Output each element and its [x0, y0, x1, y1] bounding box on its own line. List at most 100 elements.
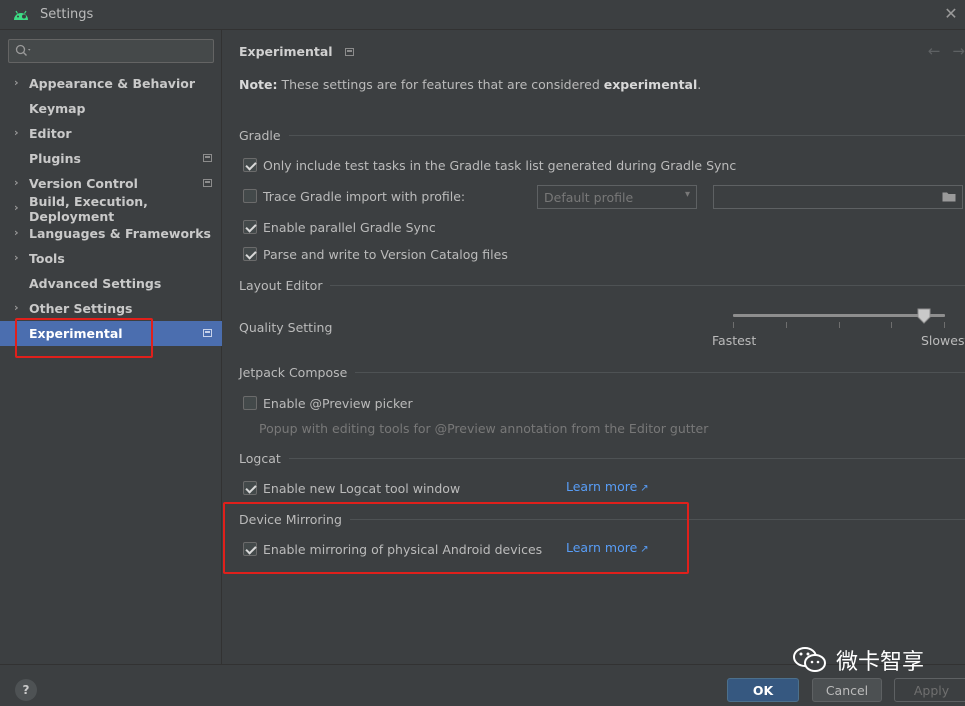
note-text: These settings are for features that are…	[277, 77, 604, 92]
sidebar-item-label: Appearance & Behavior	[29, 76, 195, 91]
section-title-jetpack-compose: Jetpack Compose	[239, 364, 348, 380]
chevron-right-icon[interactable]: ›	[14, 252, 24, 264]
checkbox-row-trace-import[interactable]: Trace Gradle import with profile:	[243, 187, 465, 205]
section-layout-editor: Layout Editor	[239, 276, 965, 294]
logcat-learn-more-link[interactable]: Learn more ↗	[566, 479, 649, 494]
slider-max-label: Slowest	[921, 333, 965, 348]
chevron-right-icon[interactable]: ›	[14, 302, 24, 314]
section-divider	[355, 371, 965, 373]
device-mirroring-highlight	[223, 502, 689, 574]
folder-icon[interactable]	[942, 190, 956, 202]
sidebar-item[interactable]: › Version Control	[0, 171, 222, 196]
quality-slider-track[interactable]	[733, 314, 945, 317]
version-catalog-label: Parse and write to Version Catalog files	[263, 246, 508, 262]
page-title: Experimental	[239, 44, 333, 59]
checkbox-row-version-catalog[interactable]: Parse and write to Version Catalog files	[243, 245, 508, 263]
only-test-tasks-label: Only include test tasks in the Gradle ta…	[263, 157, 737, 173]
quality-setting-label: Quality Setting	[239, 319, 333, 335]
close-icon[interactable]: ✕	[943, 6, 959, 22]
section-logcat: Logcat	[239, 449, 965, 467]
preview-picker-checkbox[interactable]	[243, 396, 257, 410]
wechat-icon	[792, 645, 828, 675]
parallel-sync-label: Enable parallel Gradle Sync	[263, 219, 436, 235]
sidebar-item[interactable]: › Tools	[0, 246, 222, 271]
android-icon	[12, 8, 30, 22]
preview-picker-label: Enable @Preview picker	[263, 395, 413, 411]
apply-button[interactable]: Apply	[894, 678, 965, 702]
cancel-button[interactable]: Cancel	[812, 678, 882, 702]
section-divider	[288, 457, 965, 459]
chevron-right-icon[interactable]: ›	[14, 127, 24, 139]
checkbox-row-preview-picker[interactable]: Enable @Preview picker	[243, 394, 413, 412]
section-divider	[288, 134, 965, 136]
sidebar-item-label: Editor	[29, 126, 72, 141]
note-emphasis: experimental	[603, 77, 698, 92]
slider-tick	[786, 322, 787, 328]
sidebar-item-label: Keymap	[29, 101, 86, 116]
forward-arrow-icon[interactable]: →	[952, 42, 965, 60]
search-input[interactable]	[8, 39, 214, 63]
logcat-learn-more-text: Learn more	[566, 479, 638, 494]
checkbox-row-parallel-sync[interactable]: Enable parallel Gradle Sync	[243, 218, 436, 236]
project-level-icon	[203, 179, 212, 187]
sidebar-item-label: Other Settings	[29, 301, 133, 316]
watermark-text: 微卡智享	[836, 650, 925, 675]
sidebar-item-label: Version Control	[29, 176, 138, 191]
chevron-right-icon[interactable]: ›	[14, 202, 24, 214]
sidebar-item-label: Languages & Frameworks	[29, 226, 211, 241]
sidebar-item[interactable]: Plugins	[0, 146, 222, 171]
chevron-right-icon[interactable]: ›	[14, 177, 24, 189]
logcat-window-checkbox[interactable]	[243, 481, 257, 495]
parallel-sync-checkbox[interactable]	[243, 220, 257, 234]
note-suffix: .	[697, 77, 702, 92]
checkbox-row-only-test-tasks[interactable]: Only include test tasks in the Gradle ta…	[243, 156, 736, 174]
project-level-icon	[203, 329, 212, 337]
chevron-right-icon[interactable]: ›	[14, 77, 24, 89]
section-title-gradle: Gradle	[239, 127, 281, 143]
sidebar-item[interactable]: Keymap	[0, 96, 222, 121]
checkbox-row-logcat-window[interactable]: Enable new Logcat tool window	[243, 479, 460, 497]
trace-import-label: Trace Gradle import with profile:	[263, 188, 466, 204]
page-header: Experimental	[239, 44, 354, 59]
sidebar-item-label: Tools	[29, 251, 65, 266]
sidebar-item[interactable]: › Editor	[0, 121, 222, 146]
quality-slider-thumb[interactable]	[917, 308, 931, 324]
back-arrow-icon[interactable]: ←	[928, 42, 941, 60]
section-divider	[330, 284, 965, 286]
sidebar-item[interactable]: › Build, Execution, Deployment	[0, 193, 222, 224]
version-catalog-checkbox[interactable]	[243, 247, 257, 261]
help-button[interactable]: ?	[15, 679, 37, 701]
title-bar: Settings ✕	[0, 0, 965, 30]
note-prefix: Note:	[239, 77, 278, 92]
profile-path-field[interactable]	[713, 185, 963, 209]
section-title-layout-editor: Layout Editor	[239, 277, 323, 293]
project-level-icon	[344, 47, 354, 56]
profile-dropdown-value: Default profile	[544, 189, 634, 205]
section-jetpack-compose: Jetpack Compose	[239, 363, 965, 381]
ok-button[interactable]: OK	[727, 678, 799, 702]
search-icon	[15, 44, 33, 58]
preview-picker-hint: Popup with editing tools for @Preview an…	[259, 421, 709, 436]
sidebar-item[interactable]: › Appearance & Behavior	[0, 71, 222, 96]
settings-content: Experimental ← → Note: These settings ar…	[223, 30, 965, 664]
project-level-icon	[203, 154, 212, 162]
experimental-highlight	[15, 318, 153, 358]
profile-dropdown[interactable]: Default profile ▾	[537, 185, 697, 209]
slider-min-label: Fastest	[712, 333, 757, 348]
window-title: Settings	[40, 7, 94, 22]
slider-tick	[944, 322, 945, 328]
experimental-note: Note: These settings are for features th…	[239, 77, 701, 92]
slider-tick	[839, 322, 840, 328]
section-title-logcat: Logcat	[239, 450, 281, 466]
sidebar-item-label: Build, Execution, Deployment	[29, 193, 148, 224]
external-link-icon: ↗	[640, 483, 649, 494]
trace-import-checkbox[interactable]	[243, 189, 257, 203]
chevron-down-icon: ▾	[684, 189, 690, 200]
slider-tick	[733, 322, 734, 328]
chevron-right-icon[interactable]: ›	[14, 227, 24, 239]
sidebar-item[interactable]: Advanced Settings	[0, 271, 222, 296]
only-test-tasks-checkbox[interactable]	[243, 158, 257, 172]
sidebar-item-label: Advanced Settings	[29, 276, 162, 291]
sidebar-item[interactable]: › Languages & Frameworks	[0, 221, 222, 246]
history-nav: ← →	[928, 42, 965, 60]
